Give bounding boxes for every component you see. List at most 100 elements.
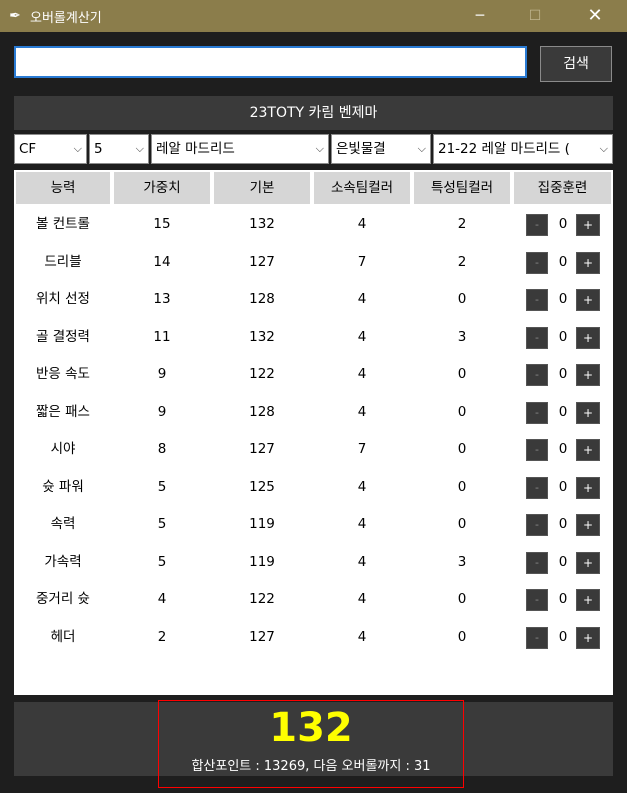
stat-base: 132: [249, 216, 275, 232]
stat-name: 헤더: [50, 628, 76, 645]
stat-base: 119: [249, 553, 275, 570]
stat-trait-color: 0: [457, 403, 467, 420]
team-select[interactable]: 레알 마드리드 ⌵: [151, 134, 329, 164]
stat-team-color: 4: [357, 216, 367, 232]
stat-name: 위치 선정: [36, 291, 90, 307]
training-value: 0: [558, 403, 568, 420]
stat-base: 132: [249, 328, 275, 345]
stat-weight: 13: [153, 291, 171, 307]
stat-trait-color: 2: [457, 253, 467, 270]
stat-base: 127: [249, 441, 275, 457]
position-select[interactable]: CF ⌵: [14, 134, 87, 164]
training-decrement-button[interactable]: -: [526, 589, 548, 611]
team-color-select-value: 21-22 레알 마드리드 (: [438, 141, 570, 157]
stat-weight: 11: [153, 328, 171, 345]
training-value: 0: [558, 216, 568, 232]
table-row: 위치 선정 13 128 4 0-0 +: [14, 281, 613, 318]
training-decrement-button[interactable]: -: [526, 289, 548, 311]
training-increment-button[interactable]: +: [576, 551, 600, 574]
stat-weight: 5: [157, 478, 167, 495]
grade-select[interactable]: 5 ⌵: [89, 134, 149, 164]
team-color-select[interactable]: 21-22 레알 마드리드 ( ⌵: [433, 134, 613, 164]
stat-trait-color: 0: [457, 516, 467, 532]
training-decrement-button[interactable]: -: [526, 214, 548, 236]
training-decrement-button[interactable]: -: [526, 514, 548, 536]
stat-team-color: 4: [357, 366, 367, 382]
training-decrement-button[interactable]: -: [526, 326, 548, 349]
stat-weight: 2: [157, 628, 167, 645]
table-row: 볼 컨트롤 15 132 4 2 -0 +: [14, 206, 613, 243]
stat-weight: 8: [157, 441, 167, 457]
stat-base: 125: [249, 478, 275, 495]
table-row: 반응 속도 9 122 4 0-0 +: [14, 356, 613, 393]
training-value: 0: [558, 478, 568, 495]
training-value: 0: [558, 591, 568, 607]
training-value: 0: [558, 441, 568, 457]
header-team-color: 소속팀컬러: [314, 172, 410, 204]
training-decrement-button[interactable]: -: [526, 364, 548, 386]
training-increment-button[interactable]: +: [576, 626, 600, 649]
training-value: 0: [558, 516, 568, 532]
search-button[interactable]: 검색: [540, 46, 612, 82]
chevron-down-icon: ⌵: [73, 142, 82, 155]
stat-trait-color: 2: [457, 216, 467, 232]
search-input[interactable]: [14, 46, 527, 78]
overall-value: 132: [269, 705, 353, 751]
training-decrement-button[interactable]: -: [526, 251, 548, 274]
stat-trait-color: 0: [457, 441, 467, 457]
grade-select-value: 5: [94, 141, 103, 157]
player-name: 23TOTY 카림 벤제마: [14, 96, 613, 130]
stat-trait-color: 0: [457, 478, 467, 495]
stat-weight: 9: [157, 403, 167, 420]
training-value: 0: [558, 328, 568, 345]
training-increment-button[interactable]: +: [576, 589, 600, 611]
close-icon[interactable]: ✕: [572, 0, 618, 32]
table-row: 짧은 패스 9 128 4 0-0 +: [14, 394, 613, 431]
training-increment-button[interactable]: +: [576, 251, 600, 274]
training-increment-button[interactable]: +: [576, 289, 600, 311]
feather-icon: ✒: [9, 8, 21, 24]
training-increment-button[interactable]: +: [576, 439, 600, 461]
training-increment-button[interactable]: +: [576, 401, 600, 424]
points-summary: 합산포인트 : 13269, 다음 오버롤까지 : 31: [191, 759, 431, 774]
chevron-down-icon: ⌵: [599, 142, 608, 155]
table-row: 중거리 슛 4 122 4 0-0 +: [14, 581, 613, 618]
training-decrement-button[interactable]: -: [526, 401, 548, 424]
minimize-icon[interactable]: ─: [457, 0, 503, 32]
training-increment-button[interactable]: +: [576, 514, 600, 536]
table-row: 가속력 5 119 4 3 -0 +: [14, 544, 613, 581]
header-base: 기본: [214, 172, 310, 204]
stat-team-color: 4: [357, 328, 367, 345]
mark-select[interactable]: 은빛물결 ⌵: [331, 134, 431, 164]
training-decrement-button[interactable]: -: [526, 626, 548, 649]
stats-panel: 능력 가중치 기본 소속팀컬러 특성팀컬러 집중훈련 볼 컨트롤 15 132 4 2-…: [14, 170, 613, 695]
training-increment-button[interactable]: +: [576, 476, 600, 499]
stat-name: 시야: [50, 441, 76, 457]
stat-base: 122: [249, 591, 275, 607]
training-value: 0: [558, 553, 568, 570]
chevron-down-icon: ⌵: [315, 142, 324, 155]
stat-team-color: 4: [357, 516, 367, 532]
team-select-value: 레알 마드리드: [156, 141, 235, 157]
mark-select-value: 은빛물결: [336, 141, 386, 157]
stat-name: 가속력: [44, 553, 82, 570]
stat-team-color: 4: [357, 591, 367, 607]
window-title: 오버롤계산기: [30, 11, 102, 26]
stat-name: 슛 파워: [42, 478, 84, 495]
training-increment-button[interactable]: +: [576, 364, 600, 386]
training-value: 0: [558, 366, 568, 382]
maximize-icon[interactable]: ☐: [512, 0, 558, 32]
training-decrement-button[interactable]: -: [526, 476, 548, 499]
stat-weight: 4: [157, 591, 167, 607]
table-row: 드리블 14 127 7 2 -0 +: [14, 244, 613, 281]
stat-team-color: 7: [357, 253, 367, 270]
stat-weight: 14: [153, 253, 171, 270]
stat-name: 속력: [50, 516, 76, 532]
training-value: 0: [558, 291, 568, 307]
training-decrement-button[interactable]: -: [526, 439, 548, 461]
stat-base: 128: [249, 403, 275, 420]
training-increment-button[interactable]: +: [576, 326, 600, 349]
stat-team-color: 7: [357, 441, 367, 457]
training-decrement-button[interactable]: -: [526, 551, 548, 574]
training-increment-button[interactable]: +: [576, 214, 600, 236]
